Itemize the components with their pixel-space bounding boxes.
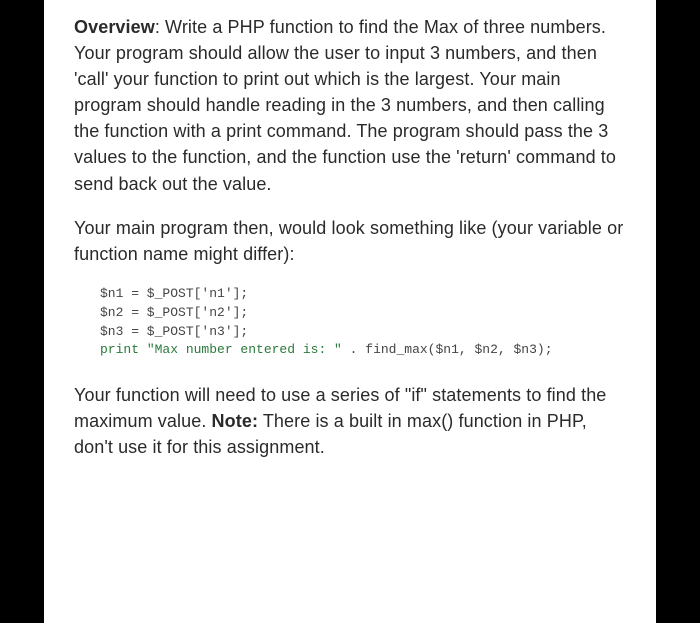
- code-line-4-print: print: [100, 342, 147, 357]
- note-label: Note:: [212, 411, 259, 431]
- overview-body: : Write a PHP function to find the Max o…: [74, 17, 616, 194]
- code-example: $n1 = $_POST['n1']; $n2 = $_POST['n2']; …: [100, 285, 626, 360]
- code-line-4-string: "Max number entered is: ": [147, 342, 342, 357]
- code-line-3: $n3 = $_POST['n3'];: [100, 324, 248, 339]
- closing-paragraph: Your function will need to use a series …: [74, 382, 626, 460]
- code-line-1: $n1 = $_POST['n1'];: [100, 286, 248, 301]
- code-line-4-rest: . find_max($n1, $n2, $n3);: [342, 342, 553, 357]
- document-page: Overview: Write a PHP function to find t…: [44, 0, 656, 623]
- overview-paragraph: Overview: Write a PHP function to find t…: [74, 14, 626, 197]
- intro-paragraph-2: Your main program then, would look somet…: [74, 215, 626, 267]
- overview-heading: Overview: [74, 17, 155, 37]
- code-line-2: $n2 = $_POST['n2'];: [100, 305, 248, 320]
